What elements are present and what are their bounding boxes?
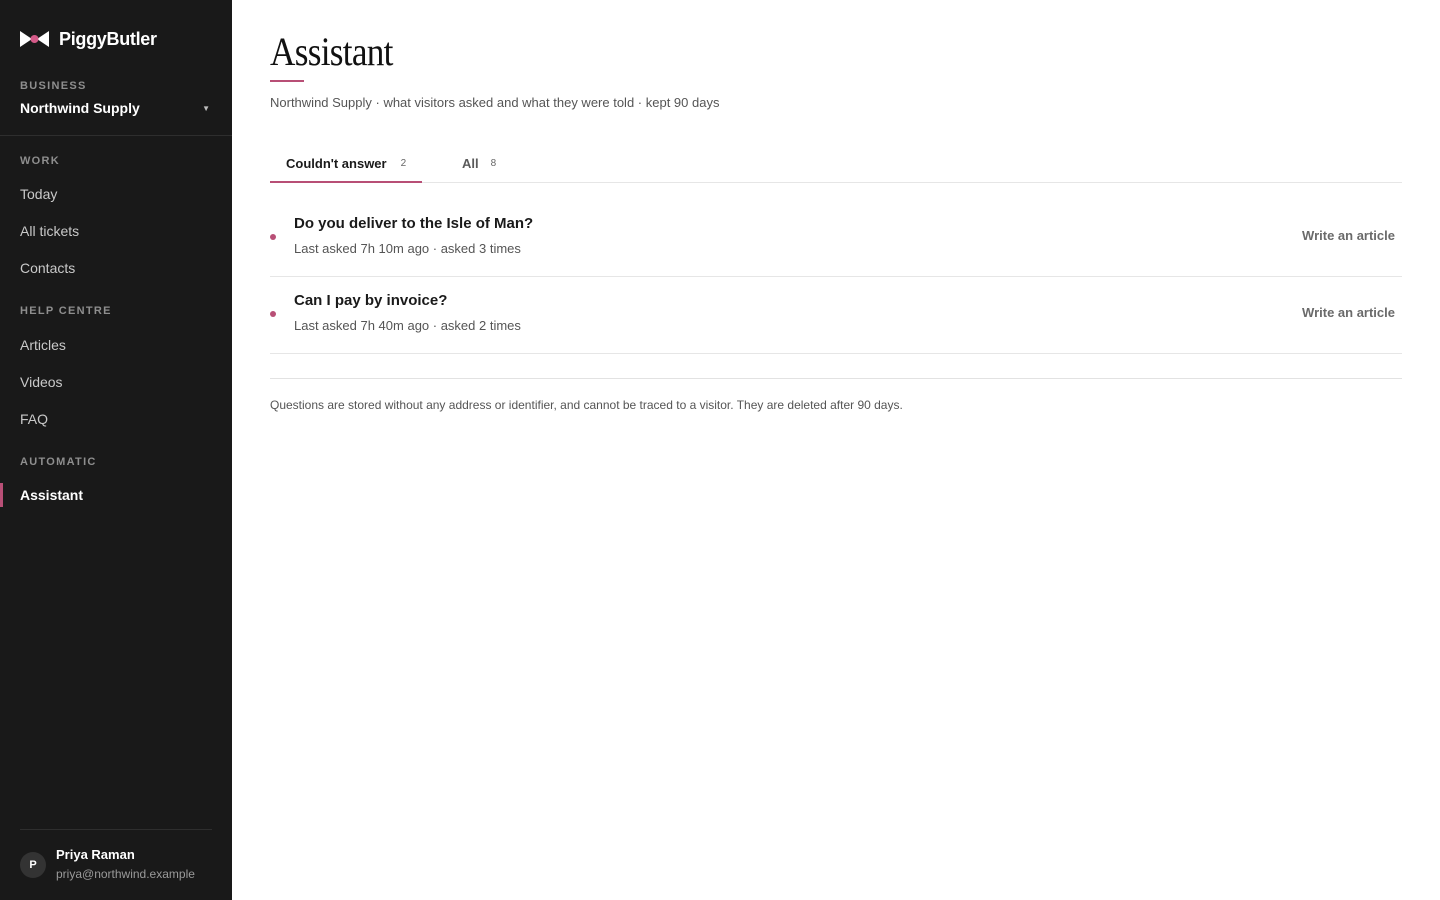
question-meta: Last asked 7h 10m ago · asked 3 times	[294, 241, 521, 256]
unanswered-dot-icon	[270, 234, 276, 240]
page-subtitle: Northwind Supply · what visitors asked a…	[270, 95, 720, 110]
sidebar-item-today[interactable]: Today	[0, 179, 232, 209]
privacy-note: Questions are stored without any address…	[270, 398, 903, 412]
question-row[interactable]: Do you deliver to the Isle of Man? Last …	[270, 200, 1402, 277]
unanswered-dot-icon	[270, 311, 276, 317]
write-article-button[interactable]: Write an article	[1302, 228, 1395, 243]
sidebar-item-all-tickets[interactable]: All tickets	[0, 216, 232, 246]
avatar: P	[20, 852, 46, 878]
sidebar-item-articles[interactable]: Articles	[0, 330, 232, 360]
business-selector[interactable]: Northwind Supply ▼	[20, 99, 212, 117]
business-label: BUSINESS	[20, 80, 87, 92]
title-underline	[270, 80, 304, 82]
bowtie-logo-icon	[20, 31, 49, 47]
sidebar-item-label: Videos	[20, 374, 63, 390]
write-article-button[interactable]: Write an article	[1302, 305, 1395, 320]
tab-couldnt-answer[interactable]: Couldn't answer 2	[270, 145, 422, 183]
sidebar-item-label: Articles	[20, 337, 66, 353]
sidebar-item-label: FAQ	[20, 411, 49, 427]
user-email: priya@northwind.example	[56, 867, 195, 881]
question-meta: Last asked 7h 40m ago · asked 2 times	[294, 318, 521, 333]
sidebar-item-label: All tickets	[20, 223, 80, 239]
brand-name: PiggyButler	[59, 28, 157, 49]
question-title: Do you deliver to the Isle of Man?	[294, 215, 534, 232]
sidebar-item-contacts[interactable]: Contacts	[0, 253, 232, 283]
question-row[interactable]: Can I pay by invoice? Last asked 7h 40m …	[270, 277, 1402, 354]
tab-all[interactable]: All 8	[446, 145, 496, 182]
business-name: Northwind Supply	[20, 100, 140, 116]
sidebar-divider	[0, 135, 232, 136]
user-profile[interactable]: P Priya Raman priya@northwind.example	[20, 846, 195, 884]
tab-count: 8	[490, 158, 497, 169]
sidebar-item-faq[interactable]: FAQ	[0, 404, 232, 434]
tab-label: All	[462, 156, 479, 171]
page-title: Assistant	[270, 29, 393, 74]
user-name: Priya Raman	[56, 847, 135, 862]
question-title: Can I pay by invoice?	[294, 292, 448, 309]
footer-divider	[270, 378, 1402, 379]
sidebar-item-assistant[interactable]: Assistant	[0, 480, 232, 510]
user-info: Priya Raman priya@northwind.example	[56, 846, 195, 884]
caret-down-icon: ▼	[202, 103, 210, 113]
section-label-work: WORK	[20, 155, 61, 167]
sidebar: PiggyButler BUSINESS Northwind Supply ▼ …	[0, 0, 232, 900]
section-label-help-centre: HELP CENTRE	[20, 305, 112, 317]
sidebar-item-label: Today	[20, 186, 58, 202]
sidebar-item-label: Contacts	[20, 260, 76, 276]
tab-count: 2	[400, 158, 407, 169]
sidebar-item-videos[interactable]: Videos	[0, 367, 232, 397]
section-label-automatic: AUTOMATIC	[20, 456, 97, 468]
user-divider	[20, 829, 212, 830]
sidebar-item-label: Assistant	[20, 487, 84, 503]
tab-label: Couldn't answer	[286, 156, 387, 171]
main-content: Assistant Northwind Supply · what visito…	[270, 0, 1402, 900]
brand[interactable]: PiggyButler	[20, 28, 157, 50]
tab-bar: Couldn't answer 2 All 8	[270, 145, 1402, 183]
